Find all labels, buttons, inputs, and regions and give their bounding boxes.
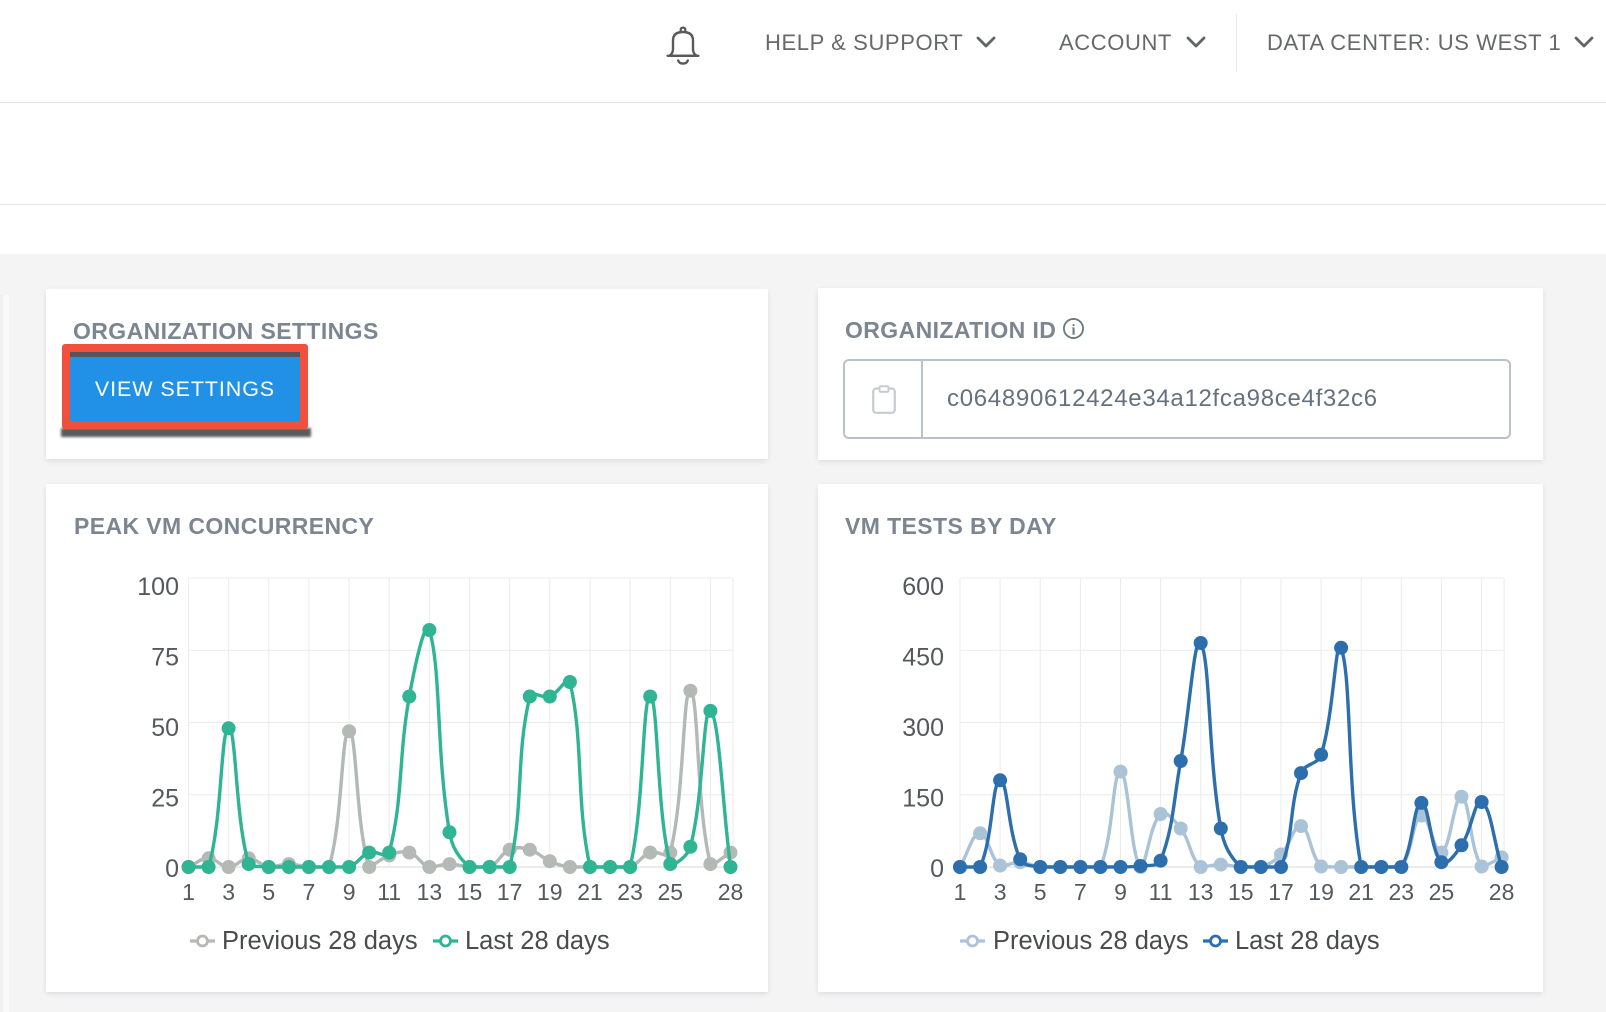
svg-text:19: 19 — [537, 879, 563, 905]
svg-text:11: 11 — [377, 879, 401, 905]
svg-text:9: 9 — [343, 879, 356, 905]
svg-text:0: 0 — [165, 855, 179, 883]
svg-text:25: 25 — [658, 879, 684, 905]
svg-text:Previous 28 days: Previous 28 days — [993, 927, 1189, 955]
svg-text:7: 7 — [1074, 879, 1087, 905]
svg-text:5: 5 — [1034, 879, 1047, 905]
svg-text:7: 7 — [303, 879, 316, 905]
svg-text:600: 600 — [902, 573, 944, 601]
svg-text:450: 450 — [902, 644, 944, 672]
svg-text:28: 28 — [1489, 879, 1515, 905]
svg-text:1: 1 — [954, 879, 967, 905]
svg-text:15: 15 — [1228, 879, 1254, 905]
svg-text:Last 28 days: Last 28 days — [465, 927, 610, 955]
svg-text:21: 21 — [1348, 879, 1374, 905]
svg-text:17: 17 — [497, 879, 523, 905]
svg-text:15: 15 — [457, 879, 483, 905]
svg-text:25: 25 — [151, 785, 179, 813]
svg-text:100: 100 — [137, 573, 179, 601]
svg-text:3: 3 — [222, 879, 235, 905]
svg-text:23: 23 — [617, 879, 643, 905]
svg-text:75: 75 — [151, 644, 179, 672]
svg-text:11: 11 — [1149, 879, 1173, 905]
svg-text:5: 5 — [262, 879, 275, 905]
svg-text:17: 17 — [1268, 879, 1294, 905]
svg-text:1: 1 — [182, 879, 195, 905]
svg-text:23: 23 — [1389, 879, 1415, 905]
svg-text:150: 150 — [902, 785, 944, 813]
svg-text:9: 9 — [1114, 879, 1127, 905]
svg-text:0: 0 — [930, 855, 944, 883]
svg-text:19: 19 — [1308, 879, 1334, 905]
svg-text:i: i — [1072, 322, 1076, 338]
svg-text:Last 28 days: Last 28 days — [1235, 927, 1380, 955]
svg-text:50: 50 — [151, 714, 179, 742]
svg-text:3: 3 — [994, 879, 1007, 905]
svg-text:13: 13 — [1188, 879, 1214, 905]
svg-text:21: 21 — [577, 879, 603, 905]
svg-text:Previous 28 days: Previous 28 days — [222, 927, 418, 955]
svg-text:300: 300 — [902, 714, 944, 742]
svg-text:28: 28 — [718, 879, 744, 905]
svg-text:13: 13 — [417, 879, 443, 905]
svg-text:25: 25 — [1429, 879, 1455, 905]
